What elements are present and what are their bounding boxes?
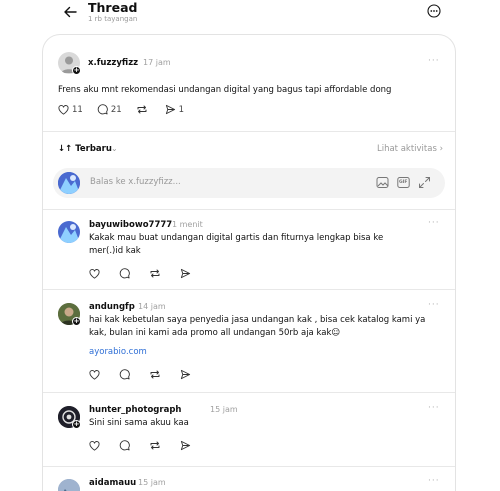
thread-card: + x.fuzzyfizz 17 jam ··· Frens aku mnt r…	[42, 34, 456, 491]
comment-more-icon[interactable]: ···	[428, 218, 440, 228]
repost-icon	[150, 370, 160, 379]
sort-dropdown[interactable]: ↓↑ Terbaru	[58, 144, 112, 154]
comment-bubble-icon	[119, 268, 130, 279]
divider	[43, 466, 455, 467]
comment-text: hai kak kebetulan saya penyedia jasa und…	[89, 315, 426, 338]
follow-plus-icon[interactable]: +	[72, 420, 81, 429]
share-button[interactable]	[180, 369, 194, 380]
repost-icon	[150, 269, 160, 278]
view-activity-link[interactable]: Lihat aktivitas ›	[377, 144, 443, 154]
comment-link[interactable]: ayorabio.com	[89, 347, 147, 357]
comment-username[interactable]: hunter_photograph	[89, 405, 181, 415]
comment-time: 1 menit	[172, 220, 203, 229]
more-circle-icon[interactable]	[427, 4, 441, 18]
comment-username[interactable]: aidamauu	[89, 478, 136, 488]
post-time: 17 jam	[143, 58, 171, 67]
send-icon	[180, 369, 191, 380]
comment-text: Sini sini sama akuu kaa	[89, 418, 189, 428]
repost-button[interactable]	[136, 104, 151, 115]
comment-actions	[89, 268, 208, 279]
heart-icon	[89, 268, 100, 279]
comment-text: Kakak mau buat undangan digital gartis d…	[89, 233, 384, 256]
divider	[43, 131, 455, 132]
post-username[interactable]: x.fuzzyfizz	[88, 58, 138, 68]
comment-actions	[89, 369, 208, 380]
comment-bubble-icon	[119, 369, 130, 380]
like-button[interactable]	[89, 440, 103, 451]
comment-count: 21	[110, 104, 122, 115]
comment-time: 15 jam	[210, 405, 238, 414]
sort-order-icon: ↓↑	[58, 144, 73, 154]
repost-button[interactable]	[149, 369, 164, 380]
avatar[interactable]	[58, 479, 80, 491]
repost-button[interactable]	[149, 268, 164, 279]
repost-icon	[150, 441, 160, 450]
share-count: 1	[178, 104, 185, 115]
repost-icon	[137, 105, 147, 114]
comment-more-icon[interactable]: ···	[428, 476, 440, 486]
chevron-down-icon: ⌄	[111, 144, 118, 153]
comment-username[interactable]: andungfp	[89, 302, 135, 312]
top-bar: Thread 1 rb tayangan	[0, 0, 500, 32]
post-actions: 11 21 1	[58, 104, 198, 115]
comment-more-icon[interactable]: ···	[428, 300, 440, 310]
comment-more-icon[interactable]: ···	[428, 403, 440, 413]
heart-icon	[89, 369, 100, 380]
share-button[interactable]: 1	[165, 104, 184, 115]
reply-placeholder: Balas ke x.fuzzyfizz...	[90, 177, 181, 187]
heart-icon	[89, 440, 100, 451]
follow-plus-icon[interactable]: +	[72, 317, 81, 326]
post-text: Frens aku mnt rekomendasi undangan digit…	[58, 85, 392, 95]
send-icon	[180, 268, 191, 279]
repost-button[interactable]	[149, 440, 164, 451]
comment-time: 15 jam	[138, 478, 166, 487]
send-icon	[180, 440, 191, 451]
like-button[interactable]	[89, 268, 103, 279]
reply-input[interactable]: Balas ke x.fuzzyfizz... GIF	[53, 168, 445, 198]
like-count: 11	[72, 104, 83, 115]
like-button[interactable]	[89, 369, 103, 380]
comment-time: 14 jam	[138, 302, 166, 311]
sort-bar: ↓↑ Terbaru ⌄ Lihat aktivitas ›	[58, 144, 443, 156]
follow-plus-icon[interactable]: +	[72, 66, 81, 75]
divider	[43, 392, 455, 393]
heart-icon	[58, 104, 69, 115]
comment-bubble-icon	[119, 440, 130, 451]
expand-icon[interactable]	[418, 176, 431, 192]
divider	[43, 289, 455, 290]
comment-username[interactable]: bayuwibowo7777	[89, 220, 172, 230]
comment-button[interactable]	[119, 369, 133, 380]
like-button[interactable]: 11	[58, 105, 83, 115]
share-button[interactable]	[180, 440, 194, 451]
share-button[interactable]	[180, 268, 194, 279]
send-icon	[165, 104, 175, 115]
gif-label: GIF	[399, 179, 408, 185]
comment-button[interactable]	[119, 440, 133, 451]
back-arrow-icon[interactable]	[62, 4, 78, 20]
view-count: 1 rb tayangan	[88, 15, 138, 23]
image-icon[interactable]	[376, 176, 389, 192]
avatar	[58, 172, 80, 194]
divider	[43, 209, 455, 210]
avatar[interactable]	[58, 221, 80, 243]
page-title: Thread	[88, 0, 138, 15]
comment-button[interactable]: 21	[97, 104, 122, 115]
comment-actions	[89, 440, 208, 451]
comment-bubble-icon	[97, 104, 108, 115]
comment-button[interactable]	[119, 268, 133, 279]
post-more-icon[interactable]: ···	[428, 56, 440, 66]
